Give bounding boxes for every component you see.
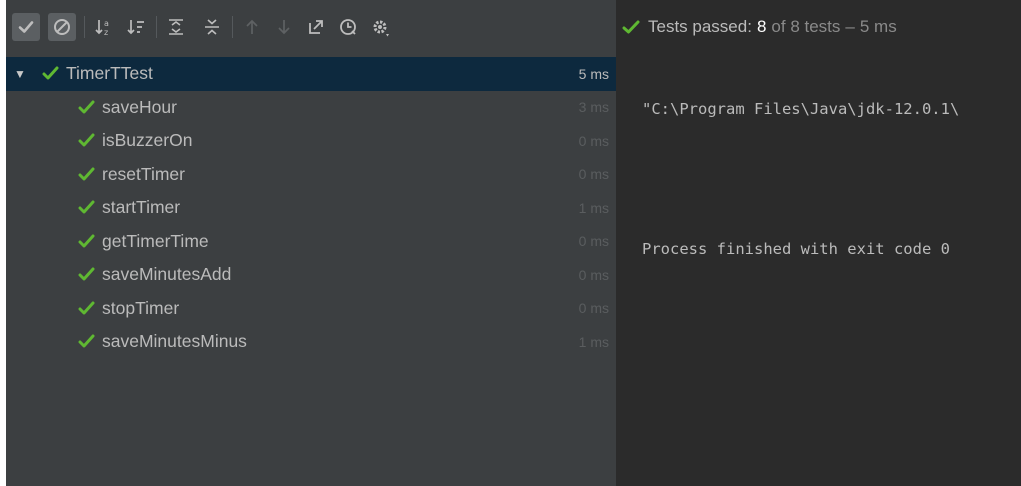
test-name: saveMinutesAdd bbox=[102, 264, 232, 285]
next-failed-test-icon bbox=[278, 20, 290, 35]
test-tree-root[interactable]: ▼ TimerTTest 5 ms bbox=[6, 57, 616, 91]
test-runner-toolbar: az bbox=[6, 0, 616, 54]
collapse-all-button[interactable] bbox=[198, 13, 226, 41]
test-history-button[interactable] bbox=[334, 13, 362, 41]
toolbar-separator bbox=[156, 16, 157, 38]
show-ignored-button[interactable] bbox=[48, 13, 76, 41]
show-ignored-icon bbox=[54, 19, 70, 35]
check-icon bbox=[42, 66, 59, 81]
test-duration: 5 ms bbox=[578, 65, 609, 82]
test-name: stopTimer bbox=[102, 297, 180, 318]
check-icon bbox=[78, 267, 95, 282]
collapse-all-icon bbox=[205, 19, 219, 35]
svg-text:z: z bbox=[104, 28, 108, 37]
sort-by-duration-button[interactable] bbox=[122, 13, 150, 41]
test-name: isBuzzerOn bbox=[102, 130, 193, 151]
export-test-results-icon bbox=[309, 20, 323, 34]
test-status-summary: Tests passed: 8 of 8 tests – 5 ms bbox=[622, 0, 897, 54]
console-line: "C:\Program Files\Java\jdk-12.0.1\ bbox=[642, 100, 960, 118]
expand-all-icon bbox=[169, 19, 183, 35]
test-tree-row[interactable]: stopTimer 0 ms bbox=[6, 292, 616, 326]
test-tree: ▼ TimerTTest 5 ms saveHour 3 ms isBuzzerOn… bbox=[6, 57, 616, 359]
test-name: getTimerTime bbox=[102, 230, 209, 251]
sort-alphabetically-icon: az bbox=[95, 19, 109, 37]
check-icon bbox=[78, 234, 95, 249]
test-duration: 1 ms bbox=[578, 333, 609, 350]
total-count: of 8 tests bbox=[771, 17, 841, 36]
check-icon bbox=[622, 19, 640, 35]
test-tree-row[interactable]: startTimer 1 ms bbox=[6, 191, 616, 225]
export-test-results-button[interactable] bbox=[302, 13, 330, 41]
passed-count: 8 bbox=[756, 17, 767, 36]
svg-text:a: a bbox=[104, 19, 109, 28]
test-name: startTimer bbox=[102, 197, 181, 218]
status-prefix: Tests passed: bbox=[648, 17, 752, 36]
test-tree-row[interactable]: resetTimer 0 ms bbox=[6, 158, 616, 192]
test-history-icon bbox=[340, 19, 356, 35]
toolbar-separator bbox=[84, 16, 85, 38]
expand-arrow-icon[interactable]: ▼ bbox=[14, 67, 26, 81]
test-tree-row[interactable]: saveHour 3 ms bbox=[6, 91, 616, 125]
toolbar-separator bbox=[232, 16, 233, 38]
test-name: saveMinutesMinus bbox=[102, 331, 247, 352]
test-tree-row[interactable]: isBuzzerOn 0 ms bbox=[6, 124, 616, 158]
check-icon bbox=[78, 334, 95, 349]
check-icon bbox=[78, 167, 95, 182]
test-tree-row[interactable]: saveMinutesMinus 1 ms bbox=[6, 325, 616, 359]
settings-button[interactable] bbox=[366, 13, 394, 41]
test-duration: 0 ms bbox=[578, 300, 609, 317]
test-duration: 0 ms bbox=[578, 233, 609, 250]
test-duration: 0 ms bbox=[578, 166, 609, 183]
test-tree-row[interactable]: saveMinutesAdd 0 ms bbox=[6, 258, 616, 292]
sort-alphabetically-button[interactable]: az bbox=[90, 13, 118, 41]
check-icon bbox=[78, 100, 95, 115]
console-output: "C:\Program Files\Java\jdk-12.0.1\ Proce… bbox=[642, 60, 959, 288]
test-duration: 1 ms bbox=[578, 199, 609, 216]
previous-failed-test-button[interactable] bbox=[238, 13, 266, 41]
test-duration: 3 ms bbox=[578, 99, 609, 116]
check-icon bbox=[78, 301, 95, 316]
test-name: saveHour bbox=[102, 96, 177, 117]
next-failed-test-button[interactable] bbox=[270, 13, 298, 41]
check-icon bbox=[78, 200, 95, 215]
test-duration: 0 ms bbox=[578, 266, 609, 283]
expand-all-button[interactable] bbox=[162, 13, 190, 41]
settings-icon bbox=[373, 20, 389, 37]
previous-failed-test-icon bbox=[246, 19, 258, 34]
test-name: TimerTTest bbox=[66, 63, 153, 84]
status-dash: – bbox=[845, 17, 855, 36]
test-name: resetTimer bbox=[102, 163, 185, 184]
sort-by-duration-icon bbox=[127, 20, 144, 35]
show-passed-button[interactable] bbox=[12, 13, 40, 41]
console-line: Process finished with exit code 0 bbox=[642, 240, 950, 258]
test-duration: 0 ms bbox=[578, 132, 609, 149]
check-icon bbox=[78, 133, 95, 148]
test-tree-row[interactable]: getTimerTime 0 ms bbox=[6, 225, 616, 259]
total-duration: 5 ms bbox=[859, 17, 897, 36]
show-passed-icon bbox=[18, 21, 34, 33]
